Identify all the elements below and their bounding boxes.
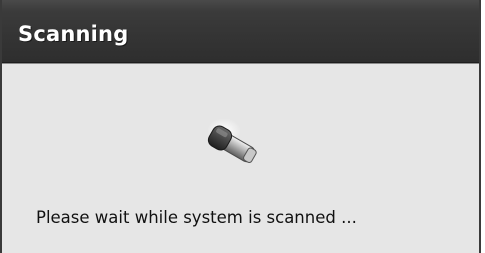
dialog-title: Scanning: [18, 22, 129, 46]
scanner-icon: [207, 118, 257, 163]
title-bar[interactable]: Scanning: [2, 0, 479, 63]
scanning-dialog: Scanning Please wait while system is sca…: [0, 0, 481, 253]
dialog-body: Please wait while system is scanned ...: [2, 63, 479, 253]
status-message: Please wait while system is scanned ...: [36, 208, 357, 227]
